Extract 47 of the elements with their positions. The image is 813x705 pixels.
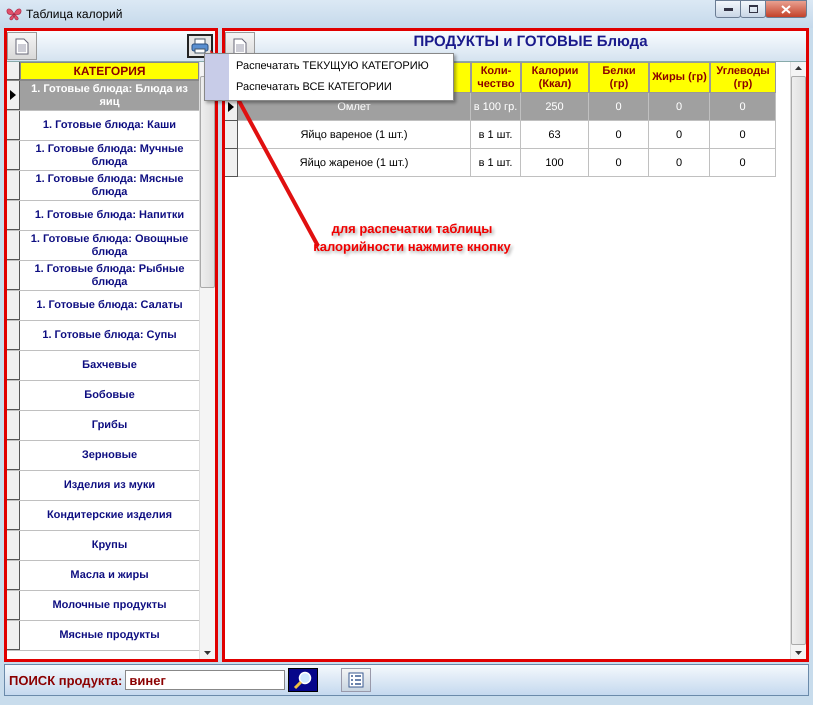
category-item[interactable]: Молочные продукты <box>20 591 199 620</box>
search-field[interactable]: винег <box>125 670 286 690</box>
table-cell: 63 <box>521 121 589 149</box>
category-item[interactable]: 1. Готовые блюда: Каши <box>20 111 199 140</box>
window-title: Таблица калорий <box>26 7 122 21</box>
category-item[interactable]: 1. Готовые блюда: Мясные блюда <box>20 171 199 200</box>
table-cell: 0 <box>589 149 649 177</box>
category-item[interactable]: Масла и жиры <box>20 561 199 590</box>
category-item[interactable]: Зерновые <box>20 441 199 470</box>
column-header: КАТЕГОРИЯ <box>20 62 199 80</box>
column-header: Коли-чество <box>471 62 521 93</box>
column-header: Углеводы (гр) <box>710 62 776 93</box>
table-cell: 0 <box>649 93 710 121</box>
category-item[interactable]: Бобовые <box>20 381 199 410</box>
menu-item[interactable]: Распечатать ТЕКУЩУЮ КАТЕГОРИЮ <box>205 56 453 77</box>
category-item[interactable]: Мясные продукты <box>20 621 199 650</box>
table-cell: 250 <box>521 93 589 121</box>
category-item[interactable]: Изделия из муки <box>20 471 199 500</box>
table-cell: 0 <box>710 93 776 121</box>
table-cell: 0 <box>710 121 776 149</box>
category-item[interactable]: 1. Готовые блюда: Рыбные блюда <box>20 261 199 290</box>
search-label: ПОИСК продукта: <box>9 672 122 688</box>
panel-title: ПРОДУКТЫ и ГОТОВЫЕ Блюда <box>412 32 649 50</box>
category-item[interactable]: Бахчевые <box>20 351 199 380</box>
category-item[interactable]: 1. Готовые блюда: Супы <box>20 321 199 350</box>
table-cell: Яйцо жареное (1 шт.) <box>238 149 471 177</box>
category-item[interactable]: Крупы <box>20 531 199 560</box>
category-item[interactable]: 1. Готовые блюда: Овощные блюда <box>20 231 199 260</box>
table-cell: 0 <box>589 121 649 149</box>
category-item[interactable]: Кондитерские изделия <box>20 501 199 530</box>
table-cell: 0 <box>649 121 710 149</box>
category-item[interactable]: 1. Готовые блюда: Мучные блюда <box>20 141 199 170</box>
table-cell: Яйцо вареное (1 шт.) <box>238 121 471 149</box>
table-cell: в 100 гр. <box>471 93 521 121</box>
table-cell: 0 <box>649 149 710 177</box>
category-item[interactable]: Грибы <box>20 411 199 440</box>
category-item[interactable]: 1. Готовые блюда: Салаты <box>20 291 199 320</box>
table-cell: 0 <box>710 149 776 177</box>
category-item[interactable]: 1. Готовые блюда: Напитки <box>20 201 199 230</box>
annotation-text: для распечатки таблицы калорийности нажмите кнопку <box>312 220 512 256</box>
table-cell: в 1 шт. <box>471 149 521 177</box>
table-cell: в 1 шт. <box>471 121 521 149</box>
table-cell: 100 <box>521 149 589 177</box>
table-cell: 0 <box>589 93 649 121</box>
column-header: Калории (Ккал) <box>521 62 589 93</box>
column-header: Белки (гр) <box>589 62 649 93</box>
column-header: Жиры (гр) <box>649 62 710 93</box>
